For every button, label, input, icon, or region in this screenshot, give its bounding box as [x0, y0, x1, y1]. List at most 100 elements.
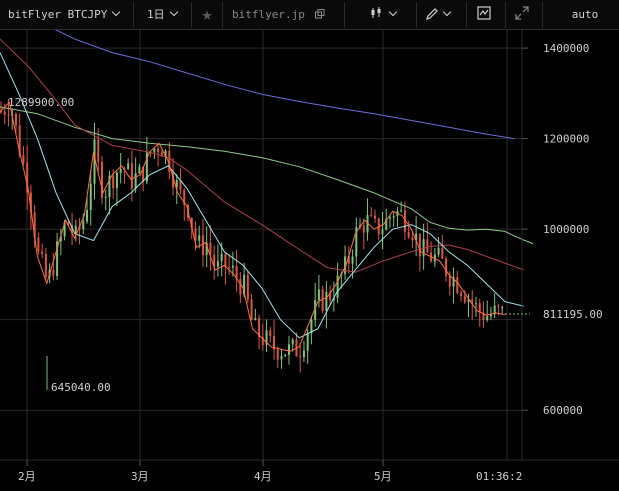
candle-body: [86, 210, 89, 222]
candle-body: [280, 355, 283, 360]
candle-body: [254, 318, 257, 320]
candle-body: [437, 247, 440, 255]
interval-selector[interactable]: 1日: [139, 0, 191, 30]
series-line-ma_blue: [54, 30, 515, 140]
symbol-selector[interactable]: bitFlyer BTCJPY: [0, 0, 133, 30]
candle-body: [388, 217, 391, 219]
candle-body: [115, 172, 118, 189]
favorite-button[interactable]: ★: [193, 0, 221, 30]
candle-body: [216, 261, 219, 267]
candles-icon: [370, 2, 384, 18]
candle-body: [463, 295, 466, 303]
candle-body: [501, 306, 504, 308]
time-axis: 2月 3月 4月 5月: [18, 460, 392, 483]
candle-body: [474, 303, 477, 305]
candle-body: [497, 305, 500, 308]
symbol-label: bitFlyer BTCJPY: [8, 8, 108, 21]
candle-body: [220, 253, 223, 262]
toolbar-divider: [542, 2, 543, 28]
candle-body: [400, 210, 403, 212]
candle-body: [418, 233, 421, 257]
candle-body: [7, 114, 10, 116]
candle-body: [269, 330, 272, 337]
candle-body: [127, 163, 130, 170]
toolbar-divider: [222, 2, 223, 28]
candle-body: [228, 266, 231, 268]
high-price-label: 1289900.00: [8, 96, 74, 109]
candle-body: [52, 269, 55, 276]
y-tick-label: 1200000: [543, 133, 589, 146]
candle-body: [284, 354, 287, 356]
chart-type-selector[interactable]: [370, 0, 412, 30]
fullscreen-button[interactable]: [515, 0, 535, 30]
source-link[interactable]: bitflyer.jp: [224, 0, 344, 30]
chevron-down-icon: [388, 7, 398, 17]
candle-body: [198, 235, 201, 241]
candle-body: [74, 225, 77, 234]
candle-body: [426, 239, 429, 253]
candle-body: [44, 253, 47, 277]
candle-body: [460, 292, 463, 296]
candle-body: [37, 237, 40, 252]
candle-body: [392, 216, 395, 218]
interval-label: 1日: [147, 8, 165, 21]
indicator-icon: [477, 2, 491, 20]
candle-body: [325, 291, 328, 312]
low-price-label: 645040.00: [51, 381, 111, 394]
candle-body: [370, 215, 373, 217]
candle-body: [231, 265, 234, 268]
candle-body: [321, 289, 324, 312]
time-readout: 01:36:2: [476, 470, 522, 483]
candle-body: [157, 148, 160, 153]
candle-body: [456, 277, 459, 293]
indicators-button[interactable]: [477, 0, 497, 30]
candle-body: [89, 183, 92, 211]
x-tick-label: 4月: [254, 470, 272, 483]
expand-icon: [515, 2, 529, 20]
candle-body: [287, 344, 290, 355]
y-tick-label: 1000000: [543, 223, 589, 236]
toolbar-divider: [416, 2, 417, 28]
candle-body: [351, 256, 354, 264]
candle-body: [104, 197, 107, 199]
candle-body: [486, 316, 489, 320]
price-chart[interactable]: 1400000 1200000 1000000 600000 2月 3月 4月 5月 128…: [0, 30, 619, 491]
candle-body: [299, 356, 302, 358]
candle-body: [362, 225, 365, 233]
chevron-down-icon: [169, 7, 178, 17]
external-link-icon: [315, 1, 325, 19]
scale-mode-button[interactable]: auto: [560, 0, 610, 30]
candle-body: [381, 229, 384, 235]
candle-body: [3, 111, 6, 115]
drawing-tools-selector[interactable]: [426, 0, 460, 30]
candle-body: [138, 166, 141, 174]
candle-body: [153, 148, 156, 153]
candle-body: [134, 173, 137, 189]
toolbar-divider: [344, 2, 345, 28]
candle-body: [306, 332, 309, 351]
candle-body: [112, 175, 115, 189]
candle-body: [302, 350, 305, 357]
scale-mode-label: auto: [571, 8, 599, 21]
candle-body: [445, 258, 448, 276]
candle-body: [22, 154, 25, 163]
candle-body: [97, 139, 100, 162]
candle-body: [130, 163, 133, 189]
candle-body: [250, 299, 253, 320]
chart-toolbar: bitFlyer BTCJPY 1日 ★ bitflyer.jp auto: [0, 0, 619, 30]
y-tick-label: 600000: [543, 404, 583, 417]
star-icon: ★: [201, 4, 213, 25]
x-tick-label: 2月: [18, 470, 36, 483]
source-link-label: bitflyer.jp: [232, 8, 305, 21]
chevron-down-icon: [442, 7, 452, 17]
candle-body: [448, 275, 451, 287]
candle-body: [441, 247, 444, 259]
candle-body: [317, 289, 320, 301]
toolbar-divider: [133, 2, 134, 28]
candle-body: [374, 215, 376, 219]
candle-body: [82, 221, 85, 230]
candle-body: [336, 275, 339, 299]
series-line-ma_red: [0, 38, 524, 273]
candle-body: [276, 349, 279, 360]
series-line-ma_cyan: [0, 52, 524, 339]
